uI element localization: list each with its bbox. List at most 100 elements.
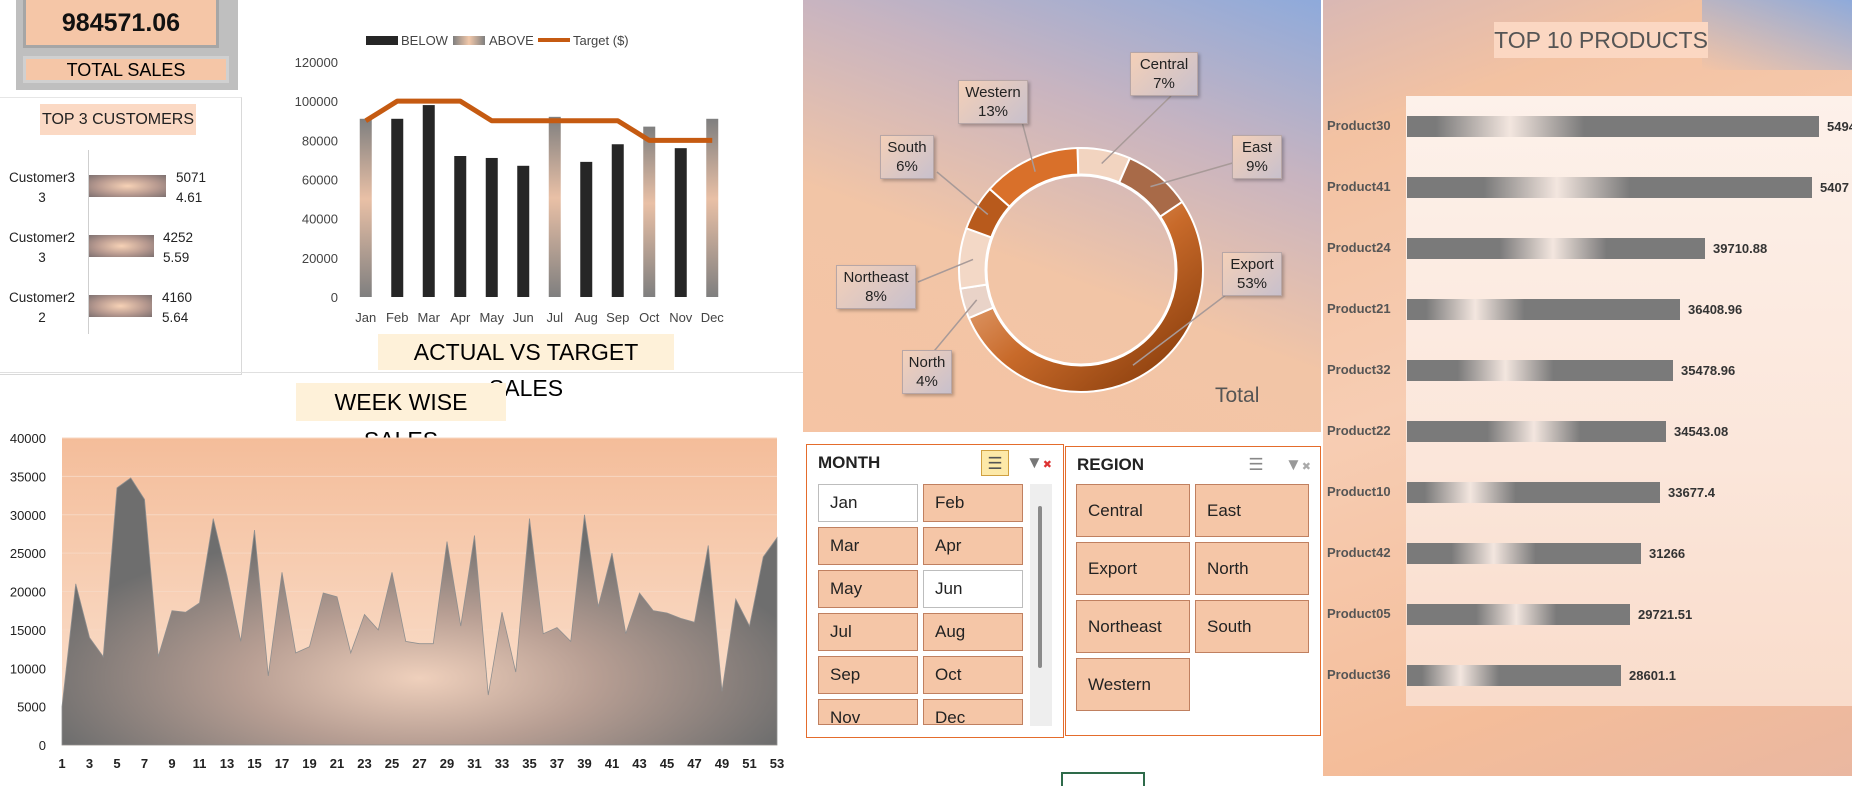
customer-2-value-line1: 4252 (163, 230, 194, 245)
donut-inner-ring (984, 173, 1178, 367)
month-slicer-item-may[interactable]: May (818, 570, 918, 608)
month-slicer-item-jan[interactable]: Jan (818, 484, 918, 522)
customer-3-bar (89, 295, 152, 317)
callout-export-name: Export (1230, 256, 1274, 273)
week-x-tick: 35 (522, 756, 536, 771)
product-value: 35478.96 (1681, 363, 1736, 378)
callout-western-pct: 13% (977, 103, 1009, 120)
week-x-tick: 11 (193, 756, 207, 771)
region-slicer-title: REGION (1077, 455, 1145, 474)
region-slicer-item-western[interactable]: Western (1076, 658, 1190, 711)
avt-y-tick: 80000 (302, 133, 338, 148)
multiselect-icon[interactable]: ☰ (981, 450, 1009, 476)
callout-north-name: North (908, 354, 946, 371)
week-x-tick: 23 (357, 756, 371, 771)
week-x-tick: 27 (412, 756, 426, 771)
region-slicer-item-south[interactable]: South (1195, 600, 1309, 653)
callout-northeast-pct: 8% (865, 288, 887, 305)
callout-south-pct: 6% (896, 158, 918, 175)
month-slicer-item-jul[interactable]: Jul (818, 613, 918, 651)
product-bar (1407, 360, 1673, 381)
below-bar-jun (517, 165, 530, 297)
avt-x-tick: Oct (639, 310, 660, 325)
month-slicer-item-nov[interactable]: Nov (818, 699, 918, 727)
callout-south-name: South (887, 139, 927, 156)
region-slicer-item-northeast[interactable]: Northeast (1076, 600, 1190, 653)
month-slicer-item-feb[interactable]: Feb (923, 484, 1023, 522)
week-x-tick: 9 (168, 756, 175, 771)
product-value: 5494 (1827, 119, 1852, 134)
region-slicer-item-export[interactable]: Export (1076, 542, 1190, 595)
below-bar-apr (454, 156, 467, 297)
avt-x-tick: Feb (386, 310, 408, 325)
customer-2-bar (89, 235, 154, 257)
product-value: 29721.51 (1638, 607, 1693, 622)
multiselect-icon[interactable]: ☰ (1242, 452, 1270, 478)
month-slicer-item-jun[interactable]: Jun (923, 570, 1023, 608)
callout-north-pct: 4% (916, 373, 938, 390)
callout-central-pct: 7% (1153, 75, 1175, 92)
week-x-tick: 19 (302, 756, 316, 771)
month-slicer-scroll-thumb[interactable] (1038, 506, 1042, 668)
week-y-tick: 15000 (10, 623, 46, 638)
week-x-tick: 31 (467, 756, 481, 771)
clear-filter-icon[interactable]: ▼✖ (1284, 452, 1312, 478)
product-value: 31266 (1649, 546, 1686, 561)
week-x-tick: 3 (86, 756, 93, 771)
region-donut-chart (917, 95, 1244, 393)
product-name: Product24 (1327, 240, 1391, 255)
week-wise-title: WEEK WISE SALES (296, 383, 506, 453)
callout-central: Central 7% (1130, 52, 1198, 96)
clear-filter-icon[interactable]: ▼✖ (1025, 450, 1053, 476)
week-x-tick: 51 (742, 756, 756, 771)
callout-south: South 6% (880, 135, 934, 179)
target-line (364, 98, 713, 143)
customer-1-value-line1: 5071 (176, 170, 207, 185)
week-x-tick: 17 (275, 756, 289, 771)
product-bar (1407, 116, 1819, 137)
week-x-tick: 33 (495, 756, 509, 771)
customer-2-name-line2: 3 (38, 250, 46, 265)
avt-y-tick: 100000 (295, 94, 338, 109)
month-slicer-item-oct[interactable]: Oct (923, 656, 1023, 694)
avt-y-tick: 40000 (302, 212, 338, 227)
above-bar-jan (359, 118, 372, 298)
month-slicer-item-sep[interactable]: Sep (818, 656, 918, 694)
product-bar (1407, 299, 1680, 320)
above-bar-dec (706, 118, 719, 298)
month-slicer-item-apr[interactable]: Apr (923, 527, 1023, 565)
legend-below-swatch (366, 36, 398, 45)
above-bar-jul (548, 116, 561, 297)
region-slicer-item-central[interactable]: Central (1076, 484, 1190, 537)
donut-total-label: Total (1215, 384, 1260, 407)
month-slicer-item-dec[interactable]: Dec (923, 699, 1023, 727)
actual-vs-target-chart: BELOW ABOVE Target ($) 0 20000 40000 60000 8… (295, 33, 725, 325)
product-value: 39710.88 (1713, 241, 1768, 256)
product-value: 28601.1 (1629, 668, 1676, 683)
product-bar (1407, 482, 1660, 503)
week-y-tick: 10000 (10, 661, 46, 676)
avt-x-tick: Apr (450, 310, 471, 325)
customer-3-value-line1: 4160 (162, 290, 193, 305)
week-y-tick: 25000 (10, 546, 46, 561)
avt-y-tick: 60000 (302, 173, 338, 188)
below-bar-may (485, 157, 498, 297)
customer-2-name-line1: Customer2 (8, 230, 76, 245)
product-name: Product32 (1327, 362, 1391, 377)
month-slicer-item-mar[interactable]: Mar (818, 527, 918, 565)
week-y-tick: 40000 (10, 431, 46, 446)
region-slicer-item-east[interactable]: East (1195, 484, 1309, 537)
product-value: 34543.08 (1674, 424, 1729, 439)
avt-x-tick: Jul (546, 310, 563, 325)
region-slicer-item-north[interactable]: North (1195, 542, 1309, 595)
top-products-title: TOP 10 PRODUCTS (1494, 22, 1708, 58)
product-name: Product21 (1327, 301, 1391, 316)
month-slicer-title: MONTH (818, 453, 881, 472)
month-slicer-item-aug[interactable]: Aug (923, 613, 1023, 651)
legend-above-swatch (453, 36, 485, 45)
week-x-tick: 25 (385, 756, 399, 771)
week-x-tick: 7 (141, 756, 148, 771)
product-name: Product30 (1327, 118, 1391, 133)
product-name: Product22 (1327, 423, 1391, 438)
product-bar (1407, 238, 1705, 259)
